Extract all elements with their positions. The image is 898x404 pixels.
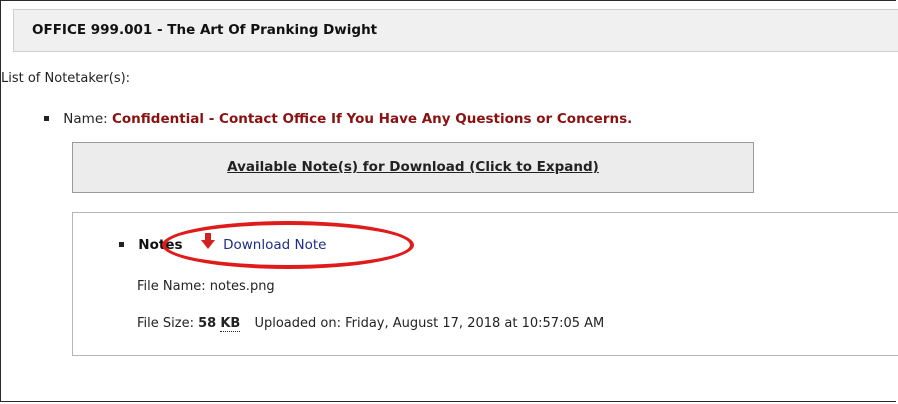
expand-notes-toggle[interactable]: Available Note(s) for Download (Click to…	[72, 142, 754, 193]
download-arrow-icon[interactable]	[200, 233, 215, 253]
file-size-value: 58	[198, 316, 217, 331]
download-note-link[interactable]: Download Note	[223, 237, 326, 253]
notes-panel: Notes Download Note File Name: notes.png…	[72, 212, 898, 356]
notetakers-label: List of Notetaker(s):	[1, 71, 131, 86]
notetaker-name-value: Confidential - Contact Office If You Hav…	[111, 111, 633, 127]
notetaker-name-row: Name: Confidential - Contact Office If Y…	[44, 111, 632, 127]
file-size-unit: KB	[220, 316, 241, 332]
file-size-label: File Size:	[137, 316, 194, 331]
name-prefix: Name:	[63, 111, 108, 127]
bullet-icon	[44, 115, 49, 121]
bullet-icon	[119, 241, 124, 247]
expand-notes-link[interactable]: Available Note(s) for Download (Click to…	[227, 159, 599, 175]
file-meta: File Size: 58 KB Uploaded on: Friday, Au…	[137, 316, 605, 332]
notes-row: Notes Download Note	[119, 233, 326, 255]
course-title: OFFICE 999.001 - The Art Of Pranking Dwi…	[13, 9, 898, 52]
notes-label: Notes	[138, 237, 183, 253]
file-name: File Name: notes.png	[137, 279, 275, 294]
uploaded-on: Uploaded on: Friday, August 17, 2018 at …	[254, 316, 605, 331]
